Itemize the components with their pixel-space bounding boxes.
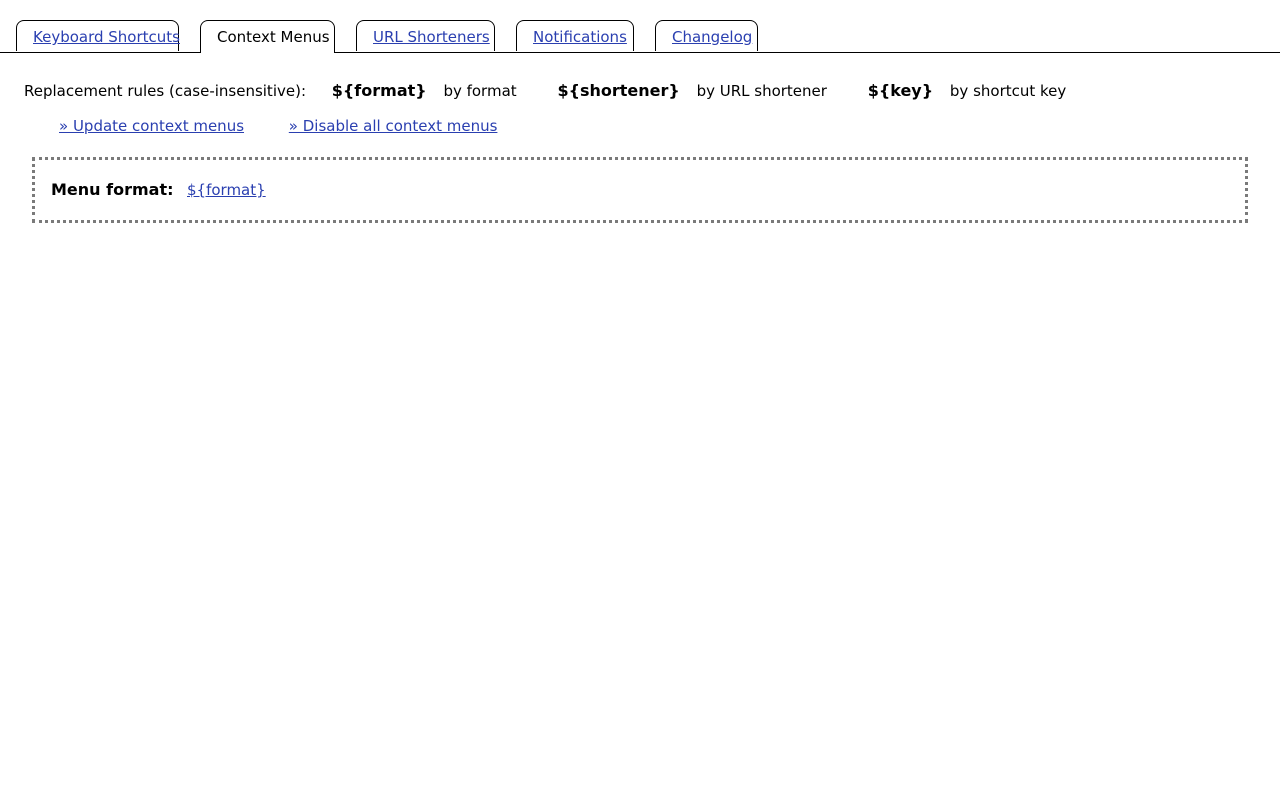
update-context-menus-link[interactable]: » Update context menus (59, 117, 244, 135)
rule-token-key: ${key} (867, 81, 934, 100)
menu-format-panel: Menu format: ${format} (32, 157, 1248, 223)
tab-changelog[interactable]: Changelog (655, 20, 758, 51)
tab-url-shorteners[interactable]: URL Shorteners (356, 20, 495, 51)
rules-intro: Replacement rules (case-insensitive): (24, 82, 306, 100)
rule-desc-format: by format (443, 82, 517, 100)
rule-token-format: ${format} (331, 81, 427, 100)
replacement-rules: Replacement rules (case-insensitive): ${… (24, 80, 1066, 102)
rule-desc-shortener: by URL shortener (696, 82, 827, 100)
disable-context-menus-link[interactable]: » Disable all context menus (289, 117, 498, 135)
tab-changelog-link[interactable]: Changelog (672, 28, 752, 46)
tab-context-menus[interactable]: Context Menus (200, 20, 335, 53)
tab-keyboard-shortcuts[interactable]: Keyboard Shortcuts (16, 20, 180, 51)
tab-notifications-link[interactable]: Notifications (533, 28, 627, 46)
rule-token-shortener: ${shortener} (557, 81, 680, 100)
tab-notifications[interactable]: Notifications (516, 20, 634, 51)
tab-context-menus-label: Context Menus (217, 28, 330, 46)
rule-desc-key: by shortcut key (949, 82, 1067, 100)
tab-bar: Keyboard Shortcuts Context Menus URL Sho… (0, 20, 1280, 53)
menu-format-label: Menu format: (51, 180, 174, 199)
tab-keyboard-shortcuts-link[interactable]: Keyboard Shortcuts (33, 28, 180, 46)
menu-format-value-link[interactable]: ${format} (187, 181, 266, 199)
tab-url-shorteners-link[interactable]: URL Shorteners (373, 28, 490, 46)
context-menu-actions: » Update context menus » Disable all con… (59, 117, 497, 135)
